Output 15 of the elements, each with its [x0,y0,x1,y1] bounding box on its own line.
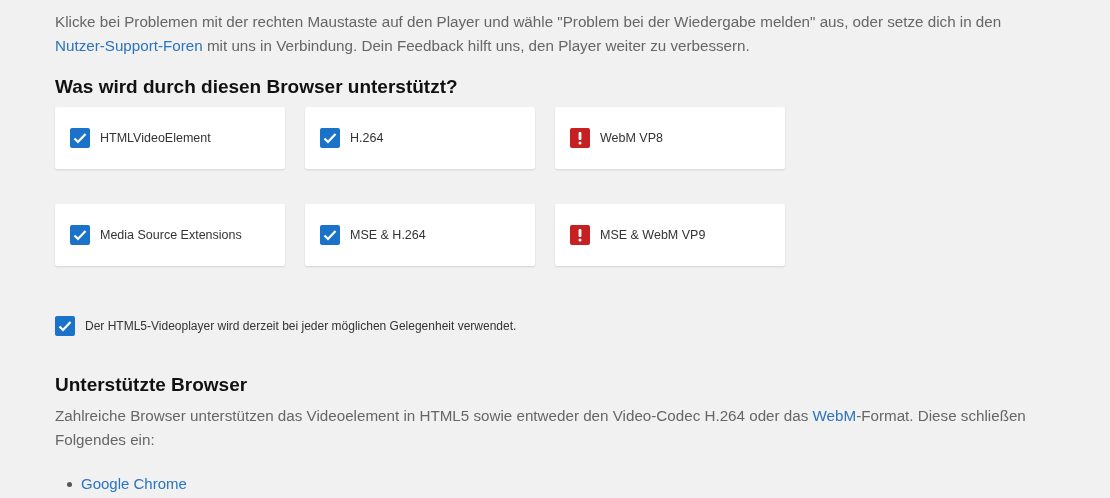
feature-label: MSE & H.264 [350,228,426,242]
feature-label: WebM VP8 [600,131,663,145]
feature-label: H.264 [350,131,384,145]
browser-link[interactable]: Google Chrome [81,474,187,494]
feature-label: HTMLVideoElement [100,131,211,145]
section-heading: Unterstützte Browser [55,374,249,396]
webm-link[interactable]: WebM [812,407,857,424]
browsers-paragraph: Zahlreiche Browser unterstützen das Videoelement in HTML5 sowie entweder den Video-Codec H.264 oder das WebM-Format. Diese schließen Folgendes ein: [55,406,1027,450]
support-forum-link[interactable]: Nutzer-Support-Foren [55,37,203,54]
feature-label: Media Source Extensions [100,228,242,242]
section-heading: Was wird durch diesen Browser unterstützt? [55,76,459,98]
intro-paragraph: Klicke bei Problemen mit der rechten Maustaste auf den Player und wähle "Problem bei der Wiedergabe melden" aus, oder setze dich in den Nutzer-Support-Foren mit uns in Verbindung. Dein Feedback hilft uns, den Player weiter zu verbessern. [55,12,1003,56]
feature-label: MSE & WebM VP9 [600,228,706,242]
player-status-text: Der HTML5-Videoplayer wird derzeit bei jeder möglichen Gelegenheit verwendet. [85,319,517,333]
bullet-icon [67,481,72,487]
